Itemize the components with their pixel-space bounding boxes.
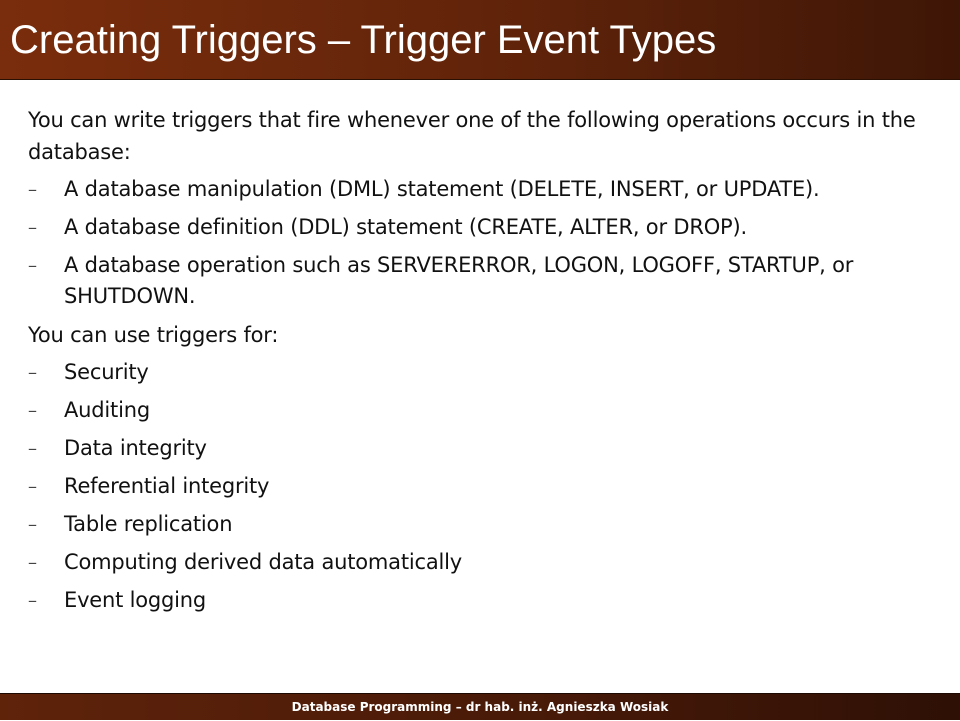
footer-text: Database Programming – dr hab. inż. Agni… bbox=[291, 700, 669, 714]
intro-paragraph: You can write triggers that fire wheneve… bbox=[28, 108, 916, 164]
use-text: Table replication bbox=[64, 512, 233, 536]
operations-list: – A database manipulation (DML) statement… bbox=[28, 174, 928, 312]
list-item: – Event logging bbox=[28, 585, 928, 616]
use-text: Auditing bbox=[64, 398, 150, 422]
dash-bullet-icon: – bbox=[28, 362, 37, 383]
dash-bullet-icon: – bbox=[28, 179, 37, 200]
slide-title: Creating Triggers – Trigger Event Types bbox=[10, 18, 717, 62]
list-item: – Referential integrity bbox=[28, 471, 928, 502]
operation-text: A database definition (DDL) statement (C… bbox=[64, 215, 747, 239]
dash-bullet-icon: – bbox=[28, 255, 37, 276]
list-item: – A database manipulation (DML) statement… bbox=[28, 174, 928, 205]
use-text: Computing derived data automatically bbox=[64, 550, 463, 574]
use-text: Event logging bbox=[64, 588, 207, 612]
footer-bar: Database Programming – dr hab. inż. Agni… bbox=[0, 693, 960, 720]
dash-bullet-icon: – bbox=[28, 476, 37, 497]
use-text: Data integrity bbox=[64, 436, 207, 460]
dash-bullet-icon: – bbox=[28, 438, 37, 459]
list-item: – Table replication bbox=[28, 509, 928, 540]
uses-intro-paragraph: You can use triggers for: bbox=[28, 323, 279, 347]
use-text: Referential integrity bbox=[64, 474, 270, 498]
list-item: – A database definition (DDL) statement (… bbox=[28, 212, 928, 243]
slide-content: You can write triggers that fire wheneve… bbox=[28, 104, 928, 623]
dash-bullet-icon: – bbox=[28, 400, 37, 421]
list-item: – Security bbox=[28, 357, 928, 388]
list-item: – A database operation such as SERVERERRO… bbox=[28, 250, 928, 312]
dash-bullet-icon: – bbox=[28, 514, 37, 535]
use-text: Security bbox=[64, 360, 149, 384]
operation-text: A database operation such as SERVERERROR… bbox=[64, 253, 854, 308]
dash-bullet-icon: – bbox=[28, 217, 37, 238]
list-item: – Computing derived data automatically bbox=[28, 547, 928, 578]
list-item: – Data integrity bbox=[28, 433, 928, 464]
uses-list: – Security – Auditing – Data integrity – Ref… bbox=[28, 357, 928, 616]
list-item: – Auditing bbox=[28, 395, 928, 426]
title-bar: Creating Triggers – Trigger Event Types bbox=[0, 0, 960, 80]
dash-bullet-icon: – bbox=[28, 590, 37, 611]
operation-text: A database manipulation (DML) statement … bbox=[64, 177, 820, 201]
dash-bullet-icon: – bbox=[28, 552, 37, 573]
